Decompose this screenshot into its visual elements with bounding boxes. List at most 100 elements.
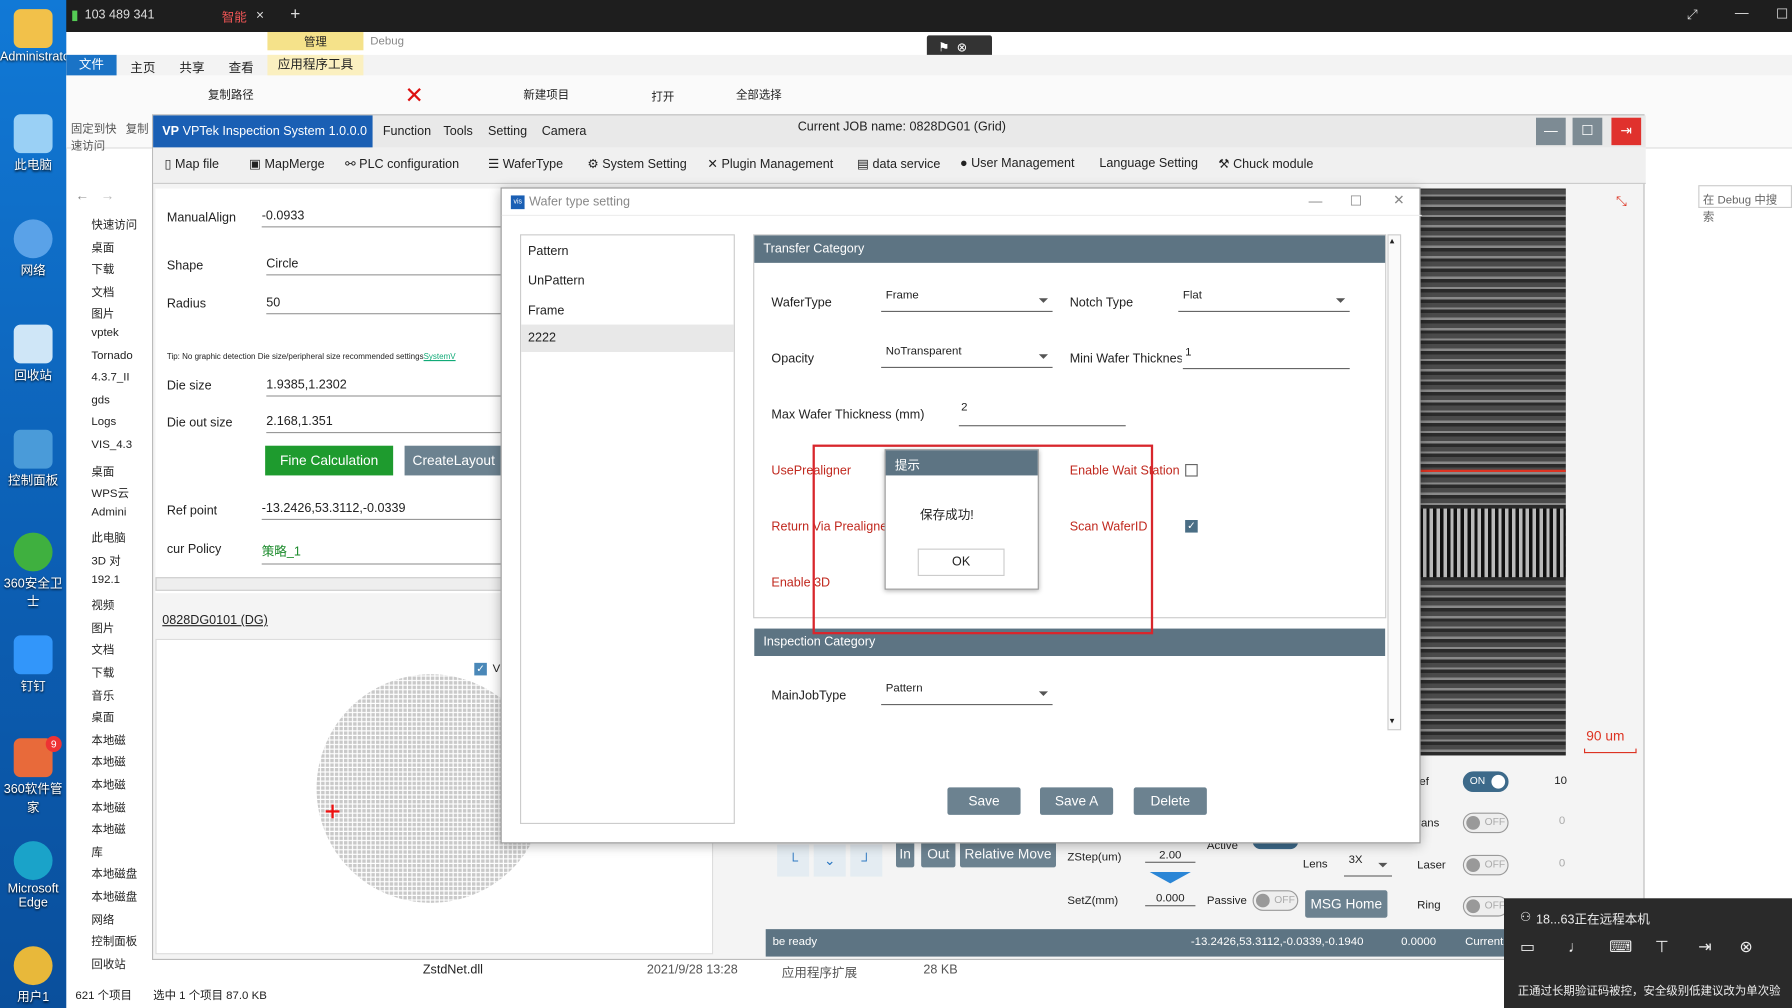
list-item[interactable]: UnPattern	[528, 274, 585, 288]
nav-item[interactable]: 本地磁盘	[91, 864, 137, 882]
map-file-button[interactable]: ▯ Map file	[165, 157, 219, 172]
pin-quick-access[interactable]: 固定到快速访问	[71, 119, 121, 153]
tab-home[interactable]: 主页	[130, 58, 155, 76]
lens-select[interactable]: 3X	[1343, 854, 1392, 877]
nav-item[interactable]: 控制面板	[91, 932, 137, 949]
max-thickness-field[interactable]: 2	[958, 401, 1126, 427]
nav-item[interactable]: 快速访问	[91, 215, 137, 232]
delete-icon[interactable]: ✕	[405, 85, 428, 108]
language-setting-button[interactable]: Language Setting	[1099, 157, 1198, 171]
passive-toggle[interactable]: OFF	[1252, 890, 1299, 911]
menu-setting[interactable]: Setting	[488, 125, 527, 139]
vertical-scrollbar[interactable]: ▴ ▾	[1387, 234, 1402, 731]
tab-view[interactable]: 查看	[229, 58, 254, 76]
list-item-selected[interactable]: 2222	[521, 324, 734, 352]
keyboard-icon[interactable]: ⌨	[1609, 937, 1632, 956]
new-tab-button[interactable]: +	[290, 5, 300, 24]
desktop-icon-admin[interactable]: Administrator	[0, 9, 74, 64]
chuck-module-button[interactable]: ⚒ Chuck module	[1218, 157, 1313, 172]
nav-item[interactable]: 本地磁	[91, 730, 125, 748]
nav-item[interactable]: 3D 对	[91, 551, 120, 568]
tip-link[interactable]: SystemV	[424, 353, 456, 361]
open-button[interactable]: 打开	[651, 87, 674, 104]
nav-item[interactable]: 本地磁	[91, 797, 125, 815]
user-management-button[interactable]: ● User Management	[960, 157, 1075, 171]
nav-item[interactable]: 文档	[91, 640, 114, 658]
move-right-down-icon[interactable]: ┘	[850, 844, 883, 877]
maximize-icon[interactable]: ☐	[1350, 193, 1362, 209]
cur-policy-field[interactable]: 策略_1	[261, 542, 502, 565]
vc-checkbox[interactable]: ✓	[474, 662, 487, 676]
list-item[interactable]: Pattern	[528, 245, 569, 259]
close-icon[interactable]: ✕	[1393, 192, 1405, 208]
nav-item[interactable]: 桌面	[91, 461, 114, 479]
relative-move-button[interactable]: Relative Move	[959, 839, 1056, 868]
mini-thickness-field[interactable]: 1	[1182, 346, 1350, 370]
forward-icon[interactable]: →	[101, 187, 115, 203]
transfer-icon[interactable]: ⇥	[1698, 937, 1711, 956]
desktop-icon-computer[interactable]: 此电脑	[0, 114, 66, 173]
ok-button[interactable]: OK	[917, 548, 1005, 576]
nav-item[interactable]: WPS云	[91, 484, 128, 501]
laser-value[interactable]: 0	[1559, 857, 1565, 870]
move-down-icon[interactable]: ⌄	[813, 844, 846, 877]
zstep-field[interactable]: 2.00	[1145, 849, 1196, 863]
menu-camera[interactable]: Camera	[542, 125, 587, 139]
desktop-icon-control[interactable]: 控制面板	[0, 429, 66, 489]
nav-item[interactable]: Logs	[91, 416, 116, 429]
desktop-icon-recycle[interactable]: 回收站	[0, 324, 66, 384]
text-icon[interactable]: ⊤	[1655, 937, 1669, 956]
die-out-field[interactable]: 2.168,1.351	[266, 415, 502, 434]
create-layout-button[interactable]: CreateLayout	[404, 445, 503, 476]
nav-item[interactable]: 下载	[91, 663, 114, 680]
minimize-icon[interactable]: —	[1735, 5, 1749, 21]
nav-item[interactable]: 192.1	[91, 573, 120, 586]
nav-item[interactable]: 4.3.7_II	[91, 372, 129, 385]
nav-item[interactable]: 网络	[91, 909, 114, 927]
msg-home-button[interactable]: MSG Home	[1305, 890, 1388, 918]
nav-item[interactable]: 下载	[91, 260, 114, 277]
scroll-down-icon[interactable]: ▾	[1390, 715, 1395, 725]
copy-path-button[interactable]: 复制路径	[208, 85, 254, 102]
maximize-icon[interactable]: ☐	[1776, 6, 1788, 22]
expand-icon[interactable]: ⤡	[1616, 193, 1627, 210]
desktop-icon-edge[interactable]: Microsoft Edge	[0, 841, 66, 910]
nav-item[interactable]: 图片	[91, 618, 114, 636]
radius-field[interactable]: 50	[266, 296, 502, 315]
exit-button[interactable]: ⇥	[1611, 117, 1642, 146]
nav-item[interactable]: 本地磁	[91, 752, 125, 770]
nav-item[interactable]: 桌面	[91, 708, 114, 725]
fine-calculation-button[interactable]: Fine Calculation	[265, 445, 394, 476]
mic-icon[interactable]: ♩	[1568, 937, 1584, 955]
desktop-icon-chrome[interactable]: 用户1	[0, 946, 66, 1005]
desktop-icon-360[interactable]: 360安全卫士	[0, 532, 66, 611]
tab-label[interactable]: 智能	[222, 8, 247, 26]
close-icon[interactable]: ×	[256, 7, 264, 23]
nav-item[interactable]: 库	[91, 842, 102, 860]
expand-icon[interactable]: ⤢	[1687, 6, 1698, 23]
close-icon[interactable]: ⊗	[1739, 937, 1752, 956]
nav-item[interactable]: 图片	[91, 304, 114, 322]
move-left-down-icon[interactable]: └	[777, 844, 810, 877]
setz-field[interactable]: 0.000	[1145, 893, 1196, 907]
trans-value[interactable]: 0	[1559, 815, 1565, 828]
tab-share[interactable]: 共享	[179, 58, 204, 76]
menu-tools[interactable]: Tools	[443, 125, 472, 139]
menu-function[interactable]: Function	[383, 125, 431, 139]
desktop-icon-network[interactable]: 网络	[0, 219, 66, 278]
nav-item[interactable]: VIS_4.3	[91, 439, 132, 452]
file-name[interactable]: ZstdNet.dll	[423, 963, 483, 977]
nav-item[interactable]: gds	[91, 394, 109, 407]
wafertype-button[interactable]: ☰ WaferType	[488, 157, 563, 172]
in-button[interactable]: In	[895, 839, 915, 868]
select-all-button[interactable]: 全部选择	[736, 85, 782, 102]
trans-toggle[interactable]: OFF	[1462, 812, 1509, 834]
nav-item[interactable]: 本地磁	[91, 820, 125, 837]
copy-button[interactable]: 复制	[126, 119, 149, 136]
nav-item[interactable]: 本地磁	[91, 775, 125, 792]
nav-item[interactable]: 文档	[91, 282, 114, 300]
scan-waferid-checkbox[interactable]: ✓	[1185, 519, 1198, 533]
nav-item[interactable]: 本地磁盘	[91, 887, 137, 904]
nav-item[interactable]: Tornado	[91, 349, 132, 362]
opacity-select[interactable]: NoTransparent	[881, 345, 1053, 368]
